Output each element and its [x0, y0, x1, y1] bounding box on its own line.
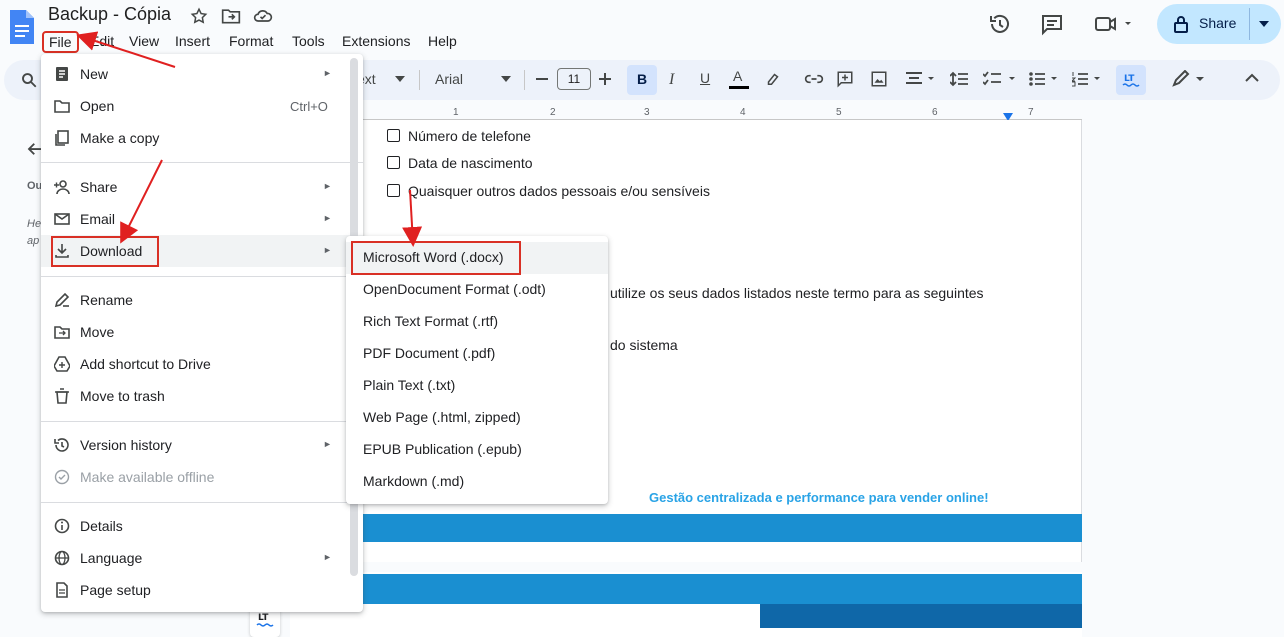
- arrow-to-download: [120, 159, 163, 244]
- arrow-to-docx: [402, 189, 423, 247]
- arrow-to-file: [76, 31, 176, 68]
- annotation-arrows: [76, 31, 423, 247]
